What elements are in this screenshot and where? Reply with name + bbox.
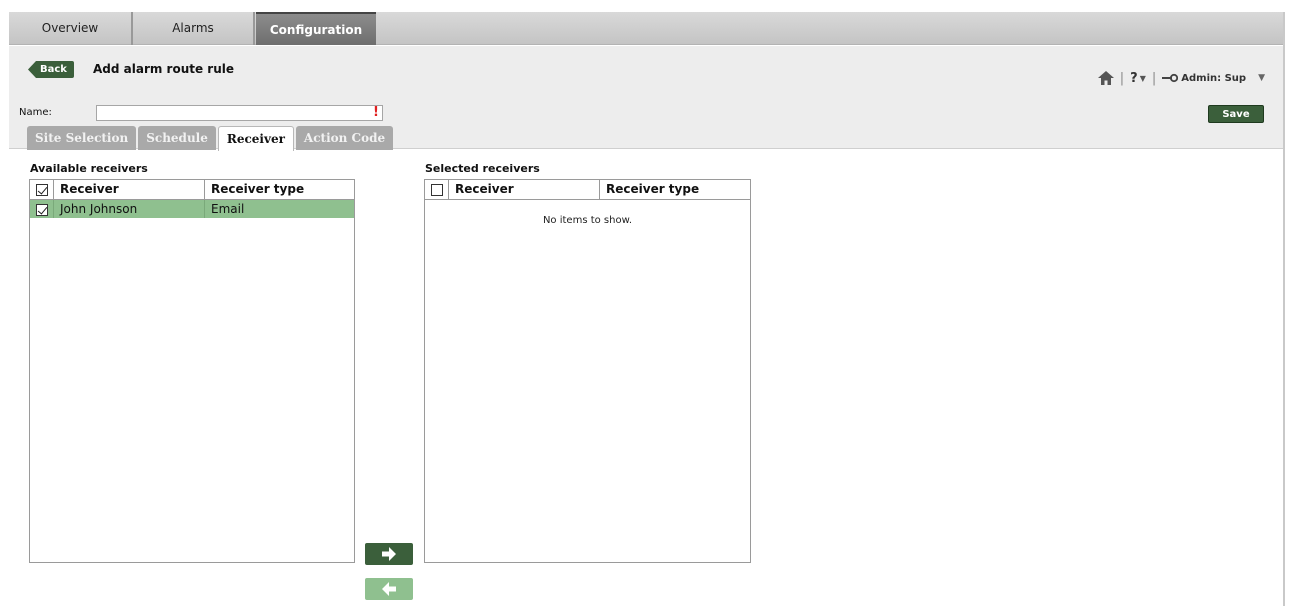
column-header-receiver-type[interactable]: Receiver type [205,180,354,199]
column-header-receiver[interactable]: Receiver [449,180,600,199]
toolbar-separator: | [1119,70,1125,86]
tab-schedule[interactable]: Schedule [138,126,216,150]
grid-header: Receiver Receiver type [425,180,750,200]
tab-overview[interactable]: Overview [9,12,133,45]
save-button[interactable]: Save [1208,105,1264,123]
name-field[interactable] [96,105,383,121]
selected-receivers-grid: Receiver Receiver type No items to show. [424,179,751,563]
top-nav: Overview Alarms Configuration [9,12,1283,45]
subtabs: Site Selection Schedule Receiver Action … [27,126,395,151]
help-dropdown-icon[interactable]: ▼ [1140,74,1146,83]
receiver-cell: John Johnson [54,200,205,218]
header-checkbox-cell [30,180,54,199]
tab-action-code[interactable]: Action Code [295,126,394,150]
available-receivers-grid: Receiver Receiver type John Johnson Emai… [29,179,355,563]
tab-configuration[interactable]: Configuration [256,12,376,45]
back-button[interactable]: Back [28,61,74,78]
column-header-receiver[interactable]: Receiver [54,180,205,199]
help-icon[interactable]: ? [1130,71,1138,86]
table-row[interactable]: John Johnson Email [30,200,354,218]
remove-from-selected-button[interactable] [365,578,413,600]
toolbar-separator: | [1151,70,1157,86]
receiver-type-cell: Email [211,202,245,216]
house-icon[interactable] [1097,71,1114,85]
tab-site-selection[interactable]: Site Selection [27,126,137,150]
app-window: Overview Alarms Configuration Back Add a… [9,12,1283,606]
add-to-selected-button[interactable] [365,543,413,565]
dropdown-icon[interactable]: ▼ [1258,73,1265,83]
arrow-left-icon [382,582,396,596]
tab-receiver[interactable]: Receiver [217,126,294,151]
available-receivers-title: Available receivers [30,162,148,175]
name-label: Name: [19,107,52,118]
select-all-checkbox[interactable] [431,184,443,196]
arrow-right-icon [382,547,396,561]
user-label[interactable]: Admin: Sup [1181,73,1246,84]
selected-receivers-title: Selected receivers [425,162,540,175]
required-marker: ! [373,105,379,120]
window-edge [1283,12,1285,606]
column-header-receiver-type[interactable]: Receiver type [600,180,750,199]
row-checkbox-cell [30,200,54,218]
key-icon [1162,73,1179,83]
select-all-checkbox[interactable] [36,184,48,196]
tab-alarms[interactable]: Alarms [133,12,255,45]
empty-message: No items to show. [542,215,633,226]
row-checkbox[interactable] [36,204,48,216]
toolbar-icons: | ? ▼ | Admin: Sup ▼ [1097,69,1265,87]
header-checkbox-cell [425,180,449,199]
page-title: Add alarm route rule [93,62,235,76]
grid-header: Receiver Receiver type [30,180,354,200]
